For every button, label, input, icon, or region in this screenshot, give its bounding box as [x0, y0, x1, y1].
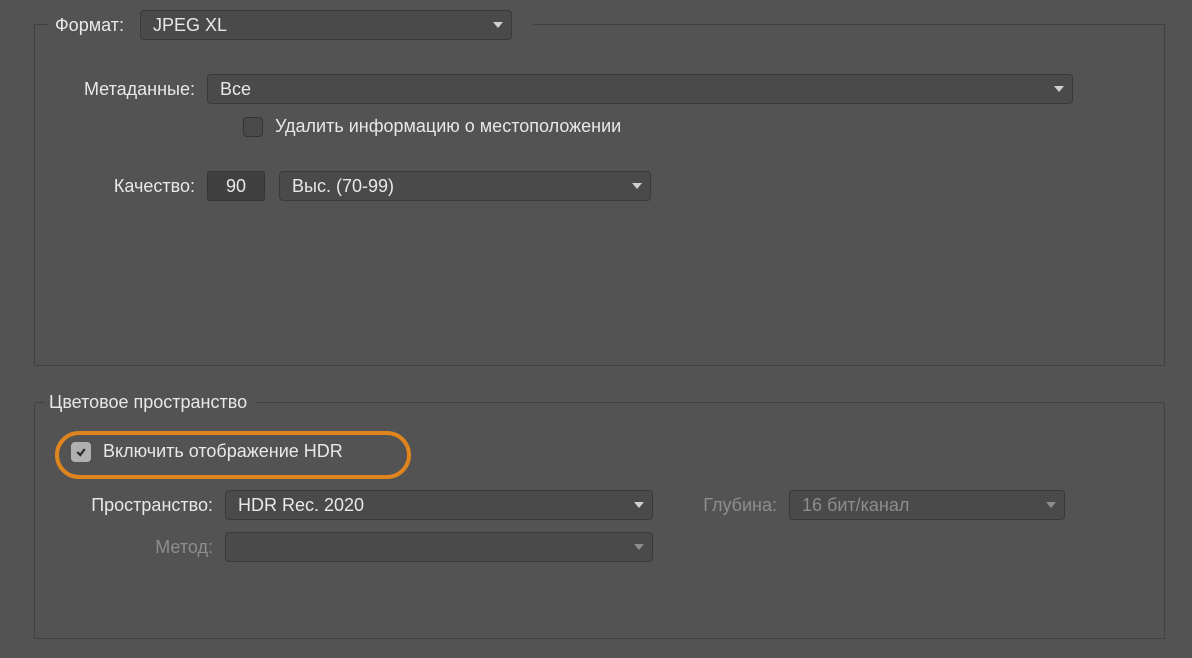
chevron-down-icon	[634, 502, 644, 508]
chevron-down-icon	[632, 183, 642, 189]
enable-hdr-label: Включить отображение HDR	[103, 441, 343, 462]
quality-preset-value: Выс. (70-99)	[292, 176, 394, 197]
quality-input[interactable]	[207, 171, 265, 201]
metadata-select-value: Все	[220, 79, 251, 100]
format-fieldset: Формат: JPEG XL Метаданные: Все Удалить …	[34, 24, 1165, 366]
enable-hdr-checkbox[interactable]	[71, 442, 91, 462]
depth-select-value: 16 бит/канал	[802, 495, 909, 516]
depth-select: 16 бит/канал	[789, 490, 1065, 520]
color-space-legend: Цветовое пространство	[45, 392, 255, 413]
method-select	[225, 532, 653, 562]
depth-label: Глубина:	[653, 495, 789, 516]
format-select-value: JPEG XL	[153, 15, 227, 36]
remove-location-label: Удалить информацию о местоположении	[275, 116, 621, 137]
chevron-down-icon	[1046, 502, 1056, 508]
space-select[interactable]: HDR Rec. 2020	[225, 490, 653, 520]
quality-label: Качество:	[55, 176, 207, 197]
space-label: Пространство:	[55, 495, 225, 516]
metadata-select[interactable]: Все	[207, 74, 1073, 104]
check-icon	[75, 446, 87, 458]
remove-location-checkbox[interactable]	[243, 117, 263, 137]
space-select-value: HDR Rec. 2020	[238, 495, 364, 516]
chevron-down-icon	[493, 22, 503, 28]
quality-preset-select[interactable]: Выс. (70-99)	[279, 171, 651, 201]
color-space-fieldset: Цветовое пространство Включить отображен…	[34, 392, 1165, 639]
format-select[interactable]: JPEG XL	[140, 10, 512, 40]
chevron-down-icon	[1054, 86, 1064, 92]
chevron-down-icon	[634, 544, 644, 550]
format-label: Формат:	[55, 15, 126, 36]
metadata-label: Метаданные:	[55, 79, 207, 100]
method-label: Метод:	[55, 537, 225, 558]
